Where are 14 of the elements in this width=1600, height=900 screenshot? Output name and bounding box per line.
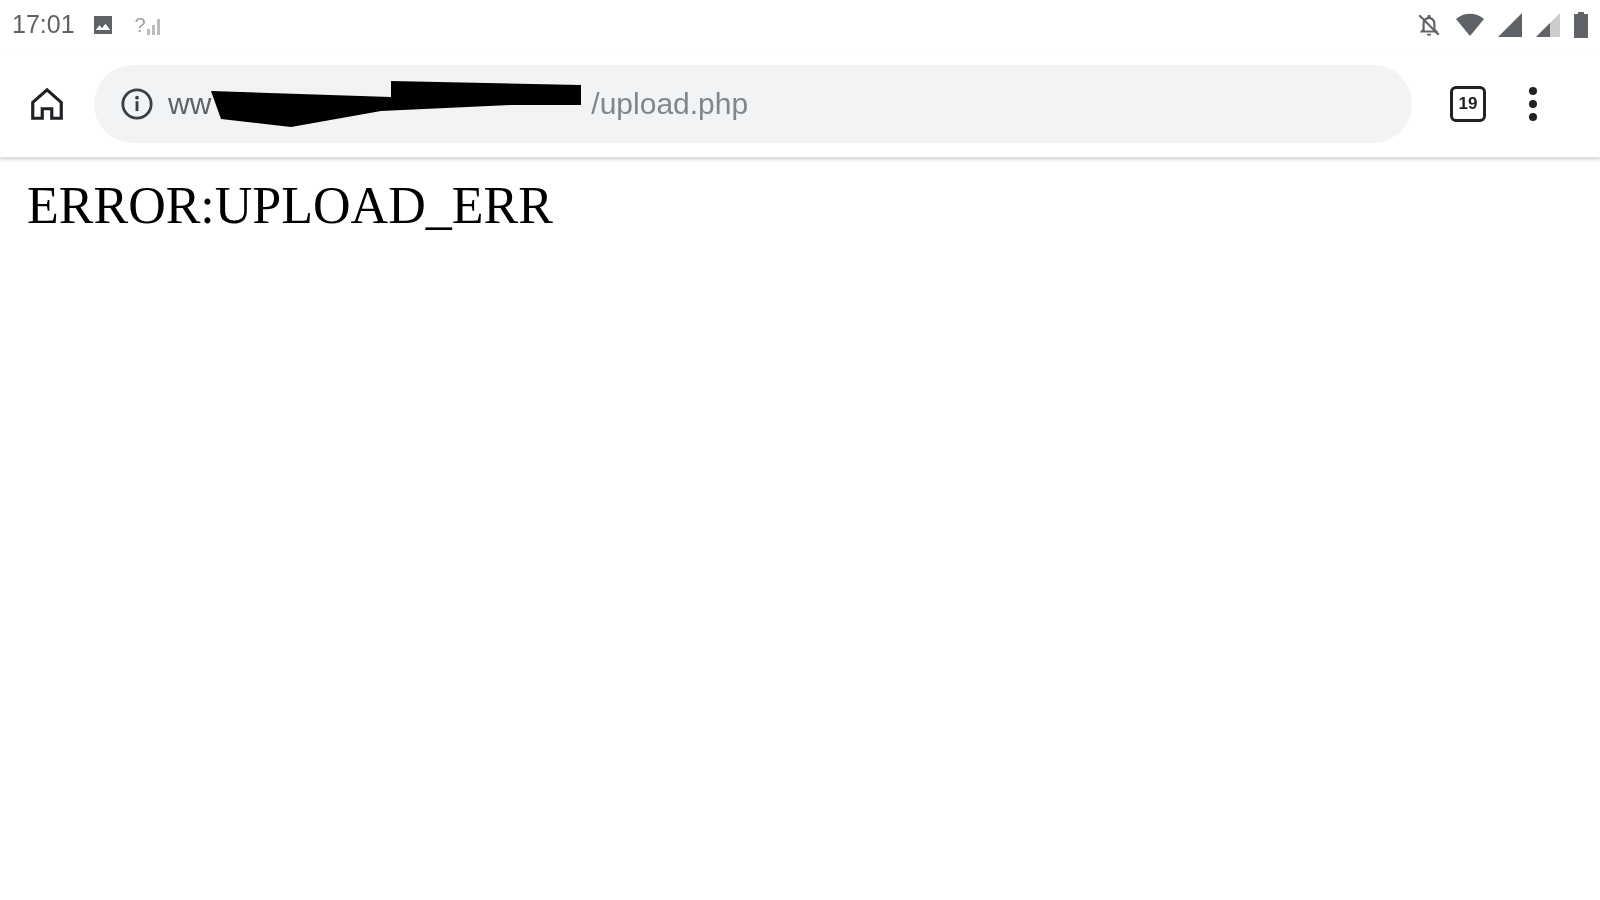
status-time: 17:01: [12, 9, 75, 41]
address-bar[interactable]: ww /upload.php: [94, 64, 1412, 143]
error-heading: ERROR:UPLOAD_ERR: [26, 176, 554, 232]
battery-icon: [1574, 12, 1588, 38]
tab-count-button[interactable]: 19: [1450, 85, 1486, 122]
info-icon[interactable]: [120, 86, 154, 121]
bell-off-icon: [1416, 12, 1442, 38]
unknown-signal-mark: ?: [134, 15, 146, 35]
cell-signal-icon: [1536, 13, 1560, 37]
url-text: /upload.php: [591, 86, 749, 122]
menu-icon[interactable]: [1528, 85, 1538, 122]
wifi-icon: [1456, 13, 1484, 37]
url-text: ww: [168, 86, 212, 122]
cell-signal-icon: [1498, 13, 1522, 37]
